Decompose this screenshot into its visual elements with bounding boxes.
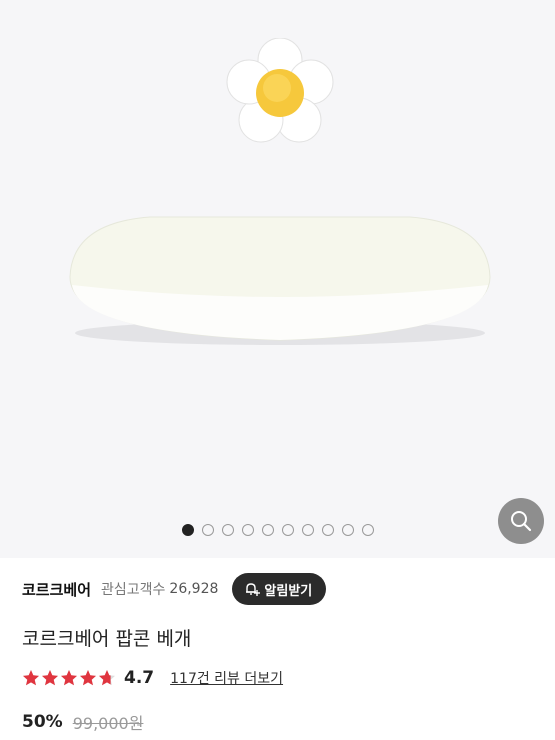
rating-row: 4.7 117건 리뷰 더보기 xyxy=(22,666,283,690)
pagination-dot[interactable] xyxy=(261,524,274,536)
product-title: 코르크베어 팝콘 베개 xyxy=(22,628,192,650)
rating-score: 4.7 xyxy=(124,668,155,688)
pagination-dot[interactable] xyxy=(241,524,254,536)
daisy-flower-image xyxy=(226,38,334,143)
brand-row: 코르크베어 관심고객수 26,928 알림받기 xyxy=(22,572,535,606)
price-row: 50% 99,000원 xyxy=(22,710,143,734)
bell-plus-icon xyxy=(246,583,261,596)
alarm-button[interactable]: 알림받기 xyxy=(232,573,327,605)
review-link[interactable]: 117건 리뷰 더보기 xyxy=(170,668,283,688)
discount-rate: 50% xyxy=(22,712,63,732)
star-icon xyxy=(61,670,77,686)
star-icon xyxy=(99,670,115,686)
pagination-dot[interactable] xyxy=(181,524,194,536)
original-price: 99,000원 xyxy=(72,714,144,733)
star-icon xyxy=(23,670,39,686)
brand-name[interactable]: 코르크베어 xyxy=(22,579,91,600)
alarm-label: 알림받기 xyxy=(264,583,313,599)
search-icon xyxy=(511,511,532,532)
favorite-label: 관심고객수 xyxy=(101,582,166,598)
pagination-dot[interactable] xyxy=(281,524,294,536)
pillow-image xyxy=(69,216,491,345)
zoom-button[interactable] xyxy=(498,498,544,544)
pagination-dot[interactable] xyxy=(361,524,374,536)
star-icon xyxy=(42,670,58,686)
star-rating xyxy=(22,669,116,687)
favorite-count: 26,928 xyxy=(169,581,219,597)
pagination-dot[interactable] xyxy=(221,524,234,536)
pagination-dot[interactable] xyxy=(201,524,214,536)
pagination-dot[interactable] xyxy=(341,524,354,536)
image-pagination xyxy=(0,524,555,536)
product-image-gallery[interactable] xyxy=(0,0,555,558)
star-icon xyxy=(80,670,96,686)
pagination-dot[interactable] xyxy=(321,524,334,536)
pagination-dot[interactable] xyxy=(301,524,314,536)
